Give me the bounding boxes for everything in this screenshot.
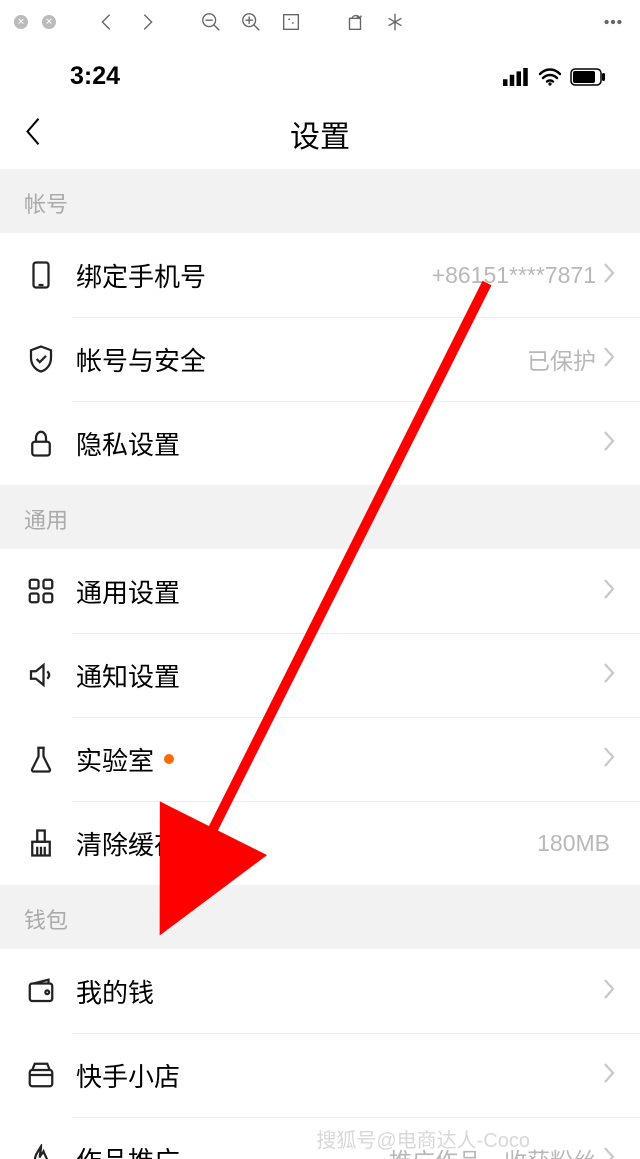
- row-shop[interactable]: 快手小店: [0, 1033, 640, 1117]
- row-value: +86151****7871: [432, 262, 596, 289]
- row-lab[interactable]: 实验室: [0, 717, 640, 801]
- chevron-right-icon: [602, 430, 616, 457]
- row-label: 通知设置: [76, 657, 180, 694]
- row-value: 180MB: [537, 830, 610, 857]
- status-right: [503, 68, 606, 86]
- chevron-right-icon: [602, 578, 616, 605]
- fit-icon[interactable]: [278, 9, 304, 35]
- row-label: 我的钱: [76, 973, 154, 1010]
- chevron-right-icon: [602, 262, 616, 289]
- list-wallet: 我的钱 快手小店 作品推广 推广作品，收获粉丝 免费申领，最高享一年0月租 免: [0, 949, 640, 1159]
- viewer-toolbar: [0, 0, 640, 44]
- sparkle-icon[interactable]: [382, 9, 408, 35]
- row-label: 绑定手机号: [76, 257, 206, 294]
- row-label: 实验室: [76, 741, 154, 778]
- new-dot-badge: [164, 754, 174, 764]
- row-privacy[interactable]: 隐私设置: [0, 401, 640, 485]
- row-clear-cache[interactable]: 清除缓存 180MB: [0, 801, 640, 885]
- row-notification[interactable]: 通知设置: [0, 633, 640, 717]
- chevron-right-icon: [602, 978, 616, 1005]
- phone-screen: 3:24 设置 帐号 绑定手机号 +86151****7871 帐号与安全 已保…: [0, 44, 640, 1159]
- battery-icon: [570, 68, 606, 86]
- chevron-right-icon: [602, 346, 616, 373]
- row-label: 通用设置: [76, 573, 180, 610]
- grid-icon: [24, 574, 58, 608]
- list-general: 通用设置 通知设置 实验室 清除缓存 180MB: [0, 549, 640, 885]
- zoom-in-icon[interactable]: [238, 9, 264, 35]
- phone-icon: [24, 258, 58, 292]
- zoom-out-icon[interactable]: [198, 9, 224, 35]
- row-my-wallet[interactable]: 我的钱: [0, 949, 640, 1033]
- status-bar: 3:24: [0, 44, 640, 99]
- rotate-icon[interactable]: [342, 9, 368, 35]
- row-value: 已保护: [527, 342, 596, 376]
- row-label: 隐私设置: [76, 425, 180, 462]
- flame-icon: [24, 1142, 58, 1159]
- row-security[interactable]: 帐号与安全 已保护: [0, 317, 640, 401]
- more-icon[interactable]: [600, 9, 626, 35]
- flask-icon: [24, 742, 58, 776]
- row-label: 作品推广: [76, 1141, 180, 1159]
- prev-icon[interactable]: [94, 9, 120, 35]
- brush-icon: [24, 826, 58, 860]
- close-dot-1[interactable]: [14, 15, 28, 29]
- section-header-general: 通用: [0, 485, 640, 549]
- wifi-icon: [538, 68, 562, 86]
- section-header-wallet: 钱包: [0, 885, 640, 949]
- shield-icon: [24, 342, 58, 376]
- row-label: 清除缓存: [76, 825, 180, 862]
- row-general-settings[interactable]: 通用设置: [0, 549, 640, 633]
- lock-icon: [24, 426, 58, 460]
- row-label: 帐号与安全: [76, 341, 206, 378]
- navbar: 设置: [0, 99, 640, 169]
- next-icon[interactable]: [134, 9, 160, 35]
- row-promote[interactable]: 作品推广 推广作品，收获粉丝: [0, 1117, 640, 1159]
- chevron-right-icon: [602, 1062, 616, 1089]
- signal-icon: [503, 68, 530, 86]
- shop-icon: [24, 1058, 58, 1092]
- speaker-icon: [24, 658, 58, 692]
- chevron-right-icon: [602, 662, 616, 689]
- chevron-right-icon: [602, 1146, 616, 1159]
- back-button[interactable]: [22, 115, 44, 154]
- row-bind-phone[interactable]: 绑定手机号 +86151****7871: [0, 233, 640, 317]
- status-time: 3:24: [70, 62, 120, 91]
- list-account: 绑定手机号 +86151****7871 帐号与安全 已保护 隐私设置: [0, 233, 640, 485]
- page-title: 设置: [290, 112, 350, 156]
- close-dot-2[interactable]: [42, 15, 56, 29]
- section-header-account: 帐号: [0, 169, 640, 233]
- wallet-icon: [24, 974, 58, 1008]
- chevron-right-icon: [602, 746, 616, 773]
- row-value: 推广作品，收获粉丝: [389, 1142, 596, 1159]
- row-label: 快手小店: [76, 1057, 180, 1094]
